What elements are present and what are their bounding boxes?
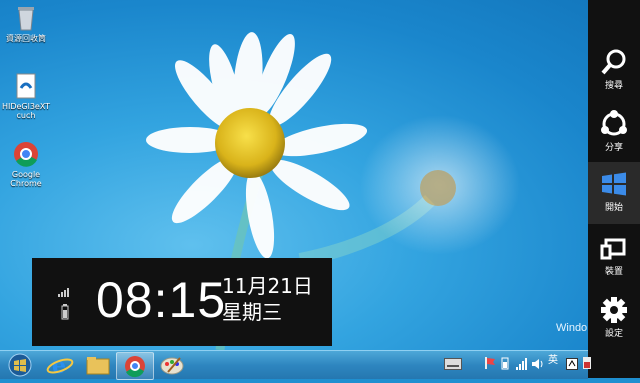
network-signal-icon[interactable] xyxy=(516,355,528,374)
charm-share[interactable]: 分享 xyxy=(588,102,640,164)
desktop-icon-label: Google Chrome xyxy=(10,170,42,188)
charm-label: 分享 xyxy=(604,143,623,153)
volume-icon[interactable] xyxy=(532,355,544,374)
ime-toggle-icon[interactable] xyxy=(566,355,578,374)
svg-text:e: e xyxy=(52,353,66,378)
charm-settings[interactable]: 設定 xyxy=(588,288,640,350)
clock-weekday: 星期三 xyxy=(222,300,282,324)
charm-label: 開始 xyxy=(604,203,623,213)
search-icon xyxy=(601,49,626,75)
action-center-flag-icon[interactable] xyxy=(484,355,496,374)
battery-plugged-icon xyxy=(60,304,70,324)
desktop-icon-recycle-bin[interactable]: 資源回收筒 xyxy=(0,4,52,43)
settings-gear-icon xyxy=(601,297,627,323)
share-icon xyxy=(601,110,627,136)
taskbar-paint[interactable] xyxy=(154,352,190,378)
taskbar: e 英 xyxy=(0,350,591,380)
charms-bar: 搜尋 分享 開始 裝置 設定 xyxy=(588,0,640,378)
taskbar-file-explorer[interactable] xyxy=(80,352,116,378)
folder-icon xyxy=(86,357,110,375)
google-chrome-icon xyxy=(12,140,40,168)
windows-start-icon xyxy=(602,172,626,196)
taskbar-google-chrome[interactable] xyxy=(116,352,154,380)
desktop-icon-google-chrome[interactable]: Google Chrome xyxy=(0,140,52,188)
keyboard-icon[interactable] xyxy=(444,355,462,374)
paint-palette-icon xyxy=(160,357,184,375)
input-language-icon[interactable]: 英 xyxy=(548,355,558,367)
charm-label: 搜尋 xyxy=(604,81,623,91)
desktop-icon-label: HIDeGl3eXT cuch xyxy=(1,102,51,120)
signal-strength-icon xyxy=(58,282,72,301)
recycle-bin-icon xyxy=(12,4,40,32)
taskbar-internet-explorer[interactable]: e xyxy=(42,352,78,379)
battery-icon[interactable] xyxy=(500,355,510,374)
windows-watermark: Windo xyxy=(556,322,588,334)
clock-time: 08:15 xyxy=(96,272,227,328)
google-chrome-icon xyxy=(125,356,145,378)
charm-search[interactable]: 搜尋 xyxy=(588,40,640,102)
charm-devices[interactable]: 裝置 xyxy=(588,226,640,288)
desktop-background: 資源回收筒 HIDeGl3eXT cuch Google Chrome 08:1… xyxy=(0,0,640,350)
desktop-icon-label: 資源回收筒 xyxy=(6,34,46,43)
file-shortcut-icon xyxy=(12,72,40,100)
charm-start[interactable]: 開始 xyxy=(588,162,640,224)
show-desktop-icon[interactable] xyxy=(582,355,592,374)
charm-label: 裝置 xyxy=(604,267,623,277)
internet-explorer-icon: e xyxy=(46,353,74,379)
start-button[interactable] xyxy=(2,352,38,378)
lock-clock-panel: 08:15 11月21日 星期三 xyxy=(32,258,332,346)
desktop-icon-hidegl-file[interactable]: HIDeGl3eXT cuch xyxy=(0,72,52,120)
clock-date: 11月21日 xyxy=(222,274,313,298)
devices-icon xyxy=(600,238,626,260)
windows-orb-icon xyxy=(8,353,32,377)
charm-label: 設定 xyxy=(604,329,623,339)
